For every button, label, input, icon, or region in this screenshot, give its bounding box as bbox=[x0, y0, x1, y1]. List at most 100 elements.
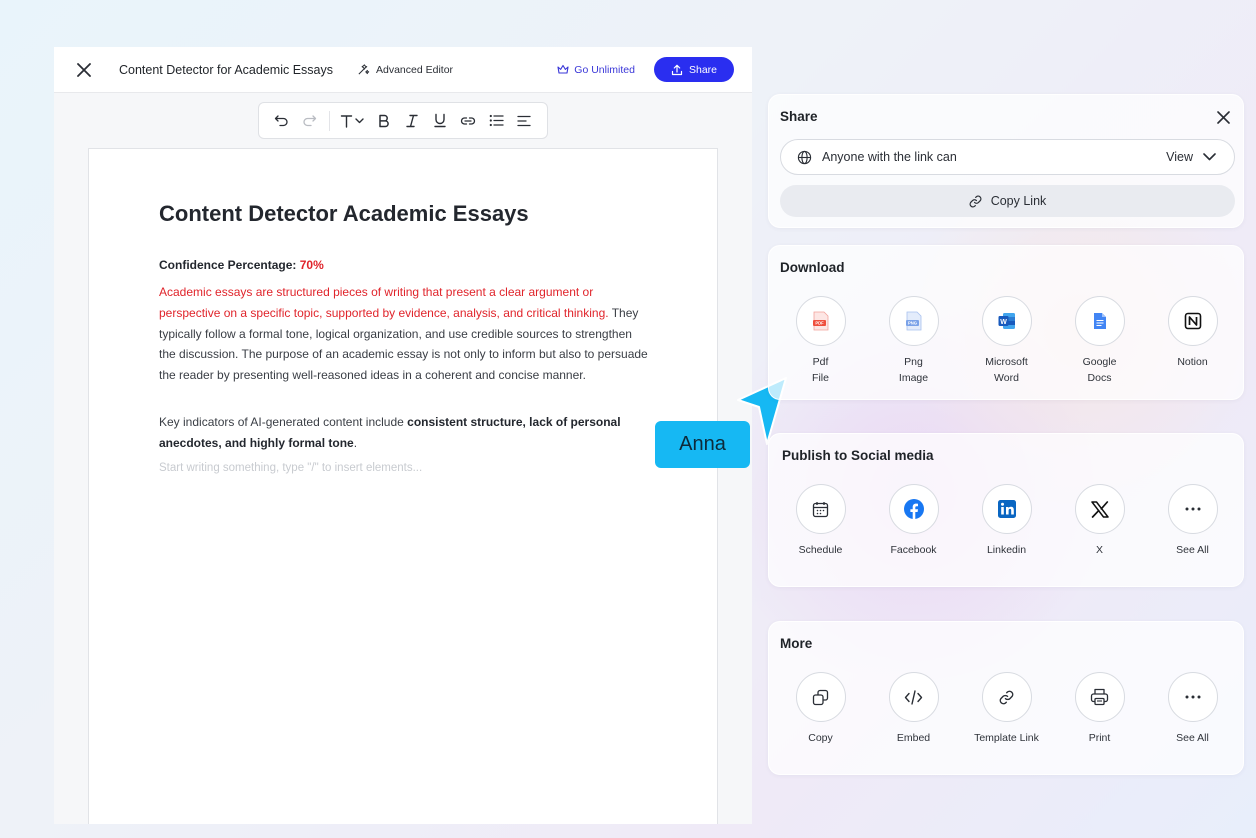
download-label: Notion bbox=[1177, 356, 1208, 368]
link-icon bbox=[969, 195, 982, 207]
confidence-value: 70% bbox=[299, 258, 324, 272]
more-print[interactable]: Print bbox=[1053, 672, 1146, 746]
collaborator-label: Anna bbox=[655, 421, 750, 468]
document-heading: Content Detector Academic Essays bbox=[159, 201, 529, 226]
toolbar-divider bbox=[329, 110, 330, 131]
more-options: Copy Embed Template Link Print See All bbox=[769, 672, 1245, 746]
link-access-select[interactable]: Anyone with the link can View bbox=[780, 139, 1235, 175]
italic-icon[interactable] bbox=[398, 107, 426, 135]
more-icon bbox=[1167, 672, 1218, 722]
social-schedule[interactable]: Schedule bbox=[774, 484, 867, 558]
svg-text:W: W bbox=[1000, 319, 1007, 326]
social-label: See All bbox=[1176, 544, 1209, 556]
text-icon bbox=[340, 114, 364, 128]
more-embed[interactable]: Embed bbox=[867, 672, 960, 746]
svg-text:PDF: PDF bbox=[815, 321, 824, 326]
social-label: Schedule bbox=[798, 544, 843, 556]
bold-icon[interactable] bbox=[370, 107, 398, 135]
document-page[interactable]: Content Detector Academic Essays Confide… bbox=[88, 148, 718, 824]
link-icon[interactable] bbox=[454, 107, 482, 135]
text-style-dropdown[interactable] bbox=[336, 107, 370, 135]
printer-icon bbox=[1074, 672, 1125, 722]
share-button[interactable]: Share bbox=[654, 57, 734, 82]
notion-icon bbox=[1167, 296, 1218, 346]
pdf-icon: PDF bbox=[795, 296, 846, 346]
advanced-editor-button[interactable]: Advanced Editor bbox=[357, 63, 453, 76]
download-label: Png bbox=[904, 356, 923, 368]
magic-wand-icon bbox=[358, 64, 370, 75]
download-label: Google bbox=[1082, 356, 1117, 368]
download-label: File bbox=[812, 372, 829, 384]
paragraph-2: Key indicators of AI-generated content i… bbox=[159, 412, 649, 454]
download-label: Image bbox=[898, 372, 929, 384]
link-access-value: View bbox=[1166, 150, 1193, 164]
download-notion[interactable]: Notion bbox=[1146, 296, 1239, 386]
share-label: Share bbox=[688, 63, 718, 76]
social-linkedin[interactable]: Linkedin bbox=[960, 484, 1053, 558]
download-png[interactable]: PNG Png Image bbox=[867, 296, 960, 386]
underline-icon[interactable] bbox=[426, 107, 454, 135]
more-label: Print bbox=[1088, 732, 1111, 744]
document-title: Content Detector for Academic Essays bbox=[119, 62, 333, 77]
more-icon bbox=[1167, 484, 1218, 534]
bullet-list-icon[interactable] bbox=[482, 107, 510, 135]
close-icon[interactable] bbox=[1213, 107, 1233, 127]
chevron-down-icon bbox=[1203, 153, 1216, 161]
advanced-editor-label: Advanced Editor bbox=[375, 63, 454, 76]
code-icon bbox=[888, 672, 939, 722]
download-label: Word bbox=[994, 372, 1019, 384]
more-label: Copy bbox=[808, 732, 833, 744]
align-left-icon[interactable] bbox=[510, 107, 538, 135]
download-label: Microsoft bbox=[985, 356, 1028, 368]
more-label: See All bbox=[1176, 732, 1209, 744]
social-panel-title: Publish to Social media bbox=[782, 448, 934, 463]
copy-link-button[interactable]: Copy Link bbox=[780, 185, 1235, 217]
download-options: PDF Pdf File PNG Png Image W Microsoft Word… bbox=[769, 296, 1245, 386]
download-word[interactable]: W Microsoft Word bbox=[960, 296, 1053, 386]
share-panel: Share Anyone with the link can View Copy… bbox=[768, 94, 1244, 228]
more-template-link[interactable]: Template Link bbox=[960, 672, 1053, 746]
social-panel: Publish to Social media Schedule Faceboo… bbox=[768, 433, 1244, 587]
share-panel-title: Share bbox=[780, 109, 818, 124]
svg-text:PNG: PNG bbox=[907, 321, 916, 326]
download-label: Docs bbox=[1087, 372, 1112, 384]
calendar-icon bbox=[795, 484, 846, 534]
copy-icon bbox=[795, 672, 846, 722]
social-x[interactable]: X bbox=[1053, 484, 1146, 558]
link-icon bbox=[981, 672, 1032, 722]
redo-icon[interactable] bbox=[295, 107, 323, 135]
more-see-all[interactable]: See All bbox=[1146, 672, 1239, 746]
editor-placeholder[interactable]: Start writing something, type "/" to ins… bbox=[159, 462, 422, 474]
go-unlimited-button[interactable]: Go Unlimited bbox=[557, 64, 635, 76]
social-label: Linkedin bbox=[986, 544, 1027, 556]
png-icon: PNG bbox=[888, 296, 939, 346]
undo-icon[interactable] bbox=[267, 107, 295, 135]
social-see-all[interactable]: See All bbox=[1146, 484, 1239, 558]
download-label: Pdf bbox=[812, 356, 829, 368]
highlighted-text: Academic essays are structured pieces of… bbox=[159, 285, 609, 320]
close-icon[interactable] bbox=[74, 60, 94, 80]
social-facebook[interactable]: Facebook bbox=[867, 484, 960, 558]
editor-topbar: Content Detector for Academic Essays Adv… bbox=[54, 47, 752, 93]
paragraph-text: . bbox=[353, 435, 358, 450]
google-docs-icon bbox=[1074, 296, 1125, 346]
globe-icon bbox=[797, 150, 812, 164]
copy-link-label: Copy Link bbox=[990, 194, 1047, 208]
upload-icon bbox=[671, 64, 683, 75]
facebook-icon bbox=[888, 484, 939, 534]
more-copy[interactable]: Copy bbox=[774, 672, 867, 746]
editor-window: Content Detector for Academic Essays Adv… bbox=[54, 47, 752, 824]
paragraph-1: Academic essays are structured pieces of… bbox=[159, 282, 649, 386]
confidence-label: Confidence Percentage: bbox=[159, 258, 297, 272]
social-options: Schedule Facebook Linkedin X See All bbox=[769, 484, 1245, 558]
linkedin-icon bbox=[981, 484, 1032, 534]
more-label: Embed bbox=[896, 732, 931, 744]
more-label: Template Link bbox=[974, 732, 1039, 744]
word-icon: W bbox=[981, 296, 1032, 346]
format-toolbar bbox=[258, 102, 548, 139]
x-icon bbox=[1074, 484, 1125, 534]
social-label: Facebook bbox=[890, 544, 937, 556]
download-pdf[interactable]: PDF Pdf File bbox=[774, 296, 867, 386]
download-panel: Download PDF Pdf File PNG Png Image W Micr… bbox=[768, 245, 1244, 400]
download-google-docs[interactable]: Google Docs bbox=[1053, 296, 1146, 386]
